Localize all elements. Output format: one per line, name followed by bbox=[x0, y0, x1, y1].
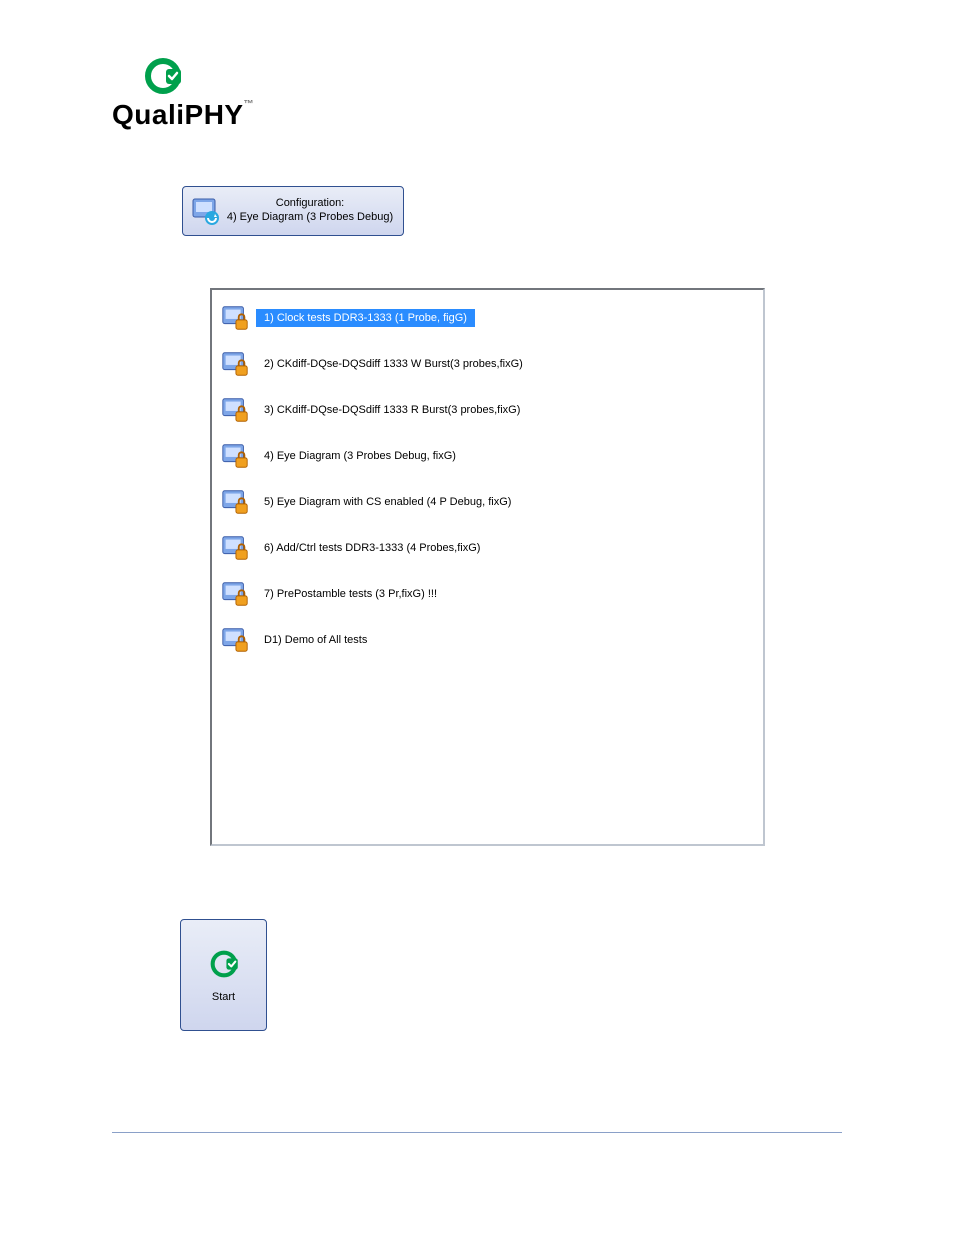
config-locked-icon bbox=[220, 625, 250, 655]
qualiphy-mark-icon bbox=[142, 55, 254, 97]
list-item[interactable]: 5) Eye Diagram with CS enabled (4 P Debu… bbox=[220, 484, 755, 520]
list-item[interactable]: D1) Demo of All tests bbox=[220, 622, 755, 658]
config-locked-icon bbox=[220, 395, 250, 425]
list-item-label: 3) CKdiff-DQse-DQSdiff 1333 R Burst(3 pr… bbox=[256, 401, 528, 419]
configuration-label: Configuration: 4) Eye Diagram (3 Probes … bbox=[223, 197, 397, 225]
configuration-icon bbox=[189, 194, 223, 228]
brand-tm: ™ bbox=[244, 99, 255, 110]
start-label: Start bbox=[212, 991, 235, 1003]
config-locked-icon bbox=[220, 303, 250, 333]
config-locked-icon bbox=[220, 533, 250, 563]
list-item-label: 6) Add/Ctrl tests DDR3-1333 (4 Probes,fi… bbox=[256, 539, 488, 557]
config-locked-icon bbox=[220, 349, 250, 379]
brand-text: QualiPHY™ bbox=[112, 99, 254, 130]
configuration-list-panel: 1) Clock tests DDR3-1333 (1 Probe, figG)… bbox=[210, 288, 765, 846]
configuration-button[interactable]: Configuration: 4) Eye Diagram (3 Probes … bbox=[182, 186, 404, 236]
start-button[interactable]: Start bbox=[180, 919, 267, 1031]
footer-divider bbox=[112, 1132, 842, 1133]
config-locked-icon bbox=[220, 441, 250, 471]
brand-logo: QualiPHY™ bbox=[112, 55, 254, 131]
configuration-line2: 4) Eye Diagram (3 Probes Debug) bbox=[227, 211, 393, 223]
list-item-label: D1) Demo of All tests bbox=[256, 631, 375, 649]
list-item-label: 7) PrePostamble tests (3 Pr,fixG) !!! bbox=[256, 585, 445, 603]
list-item-label: 2) CKdiff-DQse-DQSdiff 1333 W Burst(3 pr… bbox=[256, 355, 531, 373]
list-item[interactable]: 6) Add/Ctrl tests DDR3-1333 (4 Probes,fi… bbox=[220, 530, 755, 566]
config-locked-icon bbox=[220, 579, 250, 609]
qualiphy-start-icon bbox=[207, 947, 241, 981]
config-locked-icon bbox=[220, 487, 250, 517]
list-item[interactable]: 1) Clock tests DDR3-1333 (1 Probe, figG) bbox=[220, 300, 755, 336]
list-item-label: 1) Clock tests DDR3-1333 (1 Probe, figG) bbox=[256, 309, 475, 327]
configuration-line1: Configuration: bbox=[276, 197, 345, 209]
list-item-label: 5) Eye Diagram with CS enabled (4 P Debu… bbox=[256, 493, 519, 511]
list-item[interactable]: 7) PrePostamble tests (3 Pr,fixG) !!! bbox=[220, 576, 755, 612]
list-item-label: 4) Eye Diagram (3 Probes Debug, fixG) bbox=[256, 447, 464, 465]
list-item[interactable]: 3) CKdiff-DQse-DQSdiff 1333 R Burst(3 pr… bbox=[220, 392, 755, 428]
list-item[interactable]: 2) CKdiff-DQse-DQSdiff 1333 W Burst(3 pr… bbox=[220, 346, 755, 382]
brand-right: PHY bbox=[185, 99, 244, 130]
list-item[interactable]: 4) Eye Diagram (3 Probes Debug, fixG) bbox=[220, 438, 755, 474]
brand-left: Quali bbox=[112, 99, 185, 130]
